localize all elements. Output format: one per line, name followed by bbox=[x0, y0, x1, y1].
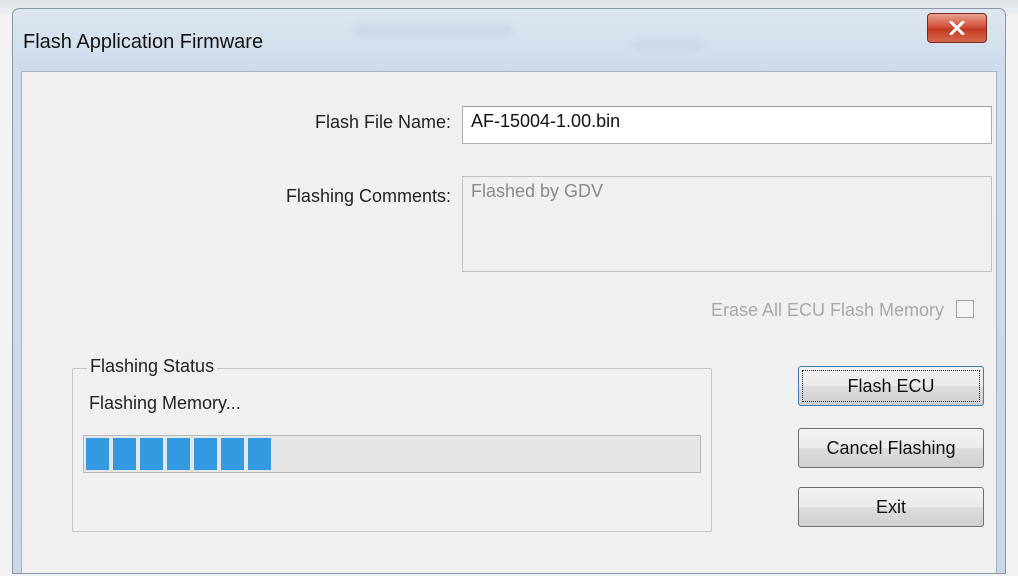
comments-field[interactable]: Flashed by GDV bbox=[462, 176, 992, 272]
file-name-field[interactable]: AF-15004-1.00.bin bbox=[462, 106, 992, 144]
window-title: Flash Application Firmware bbox=[23, 31, 264, 53]
dialog-window: Flash Application Firmware Flash File Na… bbox=[12, 8, 1006, 574]
title-bar[interactable]: Flash Application Firmware bbox=[13, 9, 1005, 71]
exit-button[interactable]: Exit bbox=[798, 487, 984, 527]
flash-ecu-button[interactable]: Flash ECU bbox=[798, 366, 984, 406]
comments-label: Flashing Comments: bbox=[285, 186, 451, 206]
group-title: Flashing Status bbox=[87, 356, 218, 377]
erase-memory-checkbox[interactable] bbox=[956, 300, 974, 318]
file-name-label: Flash File Name: bbox=[314, 112, 451, 132]
cancel-flashing-button[interactable]: Cancel Flashing bbox=[798, 428, 984, 468]
progress-bar bbox=[83, 435, 701, 473]
background-ghost-text bbox=[353, 23, 513, 37]
background-ghost-text bbox=[633, 39, 703, 51]
flashing-status-group: Flashing Status Flashing Memory... bbox=[72, 356, 712, 532]
dialog-client-area: Flash File Name: AF-15004-1.00.bin Flash… bbox=[21, 71, 997, 573]
close-icon bbox=[949, 21, 965, 35]
close-button[interactable] bbox=[927, 13, 987, 43]
status-message: Flashing Memory... bbox=[89, 393, 241, 413]
progress-fill bbox=[86, 438, 271, 470]
erase-memory-label: Erase All ECU Flash Memory bbox=[710, 300, 944, 320]
